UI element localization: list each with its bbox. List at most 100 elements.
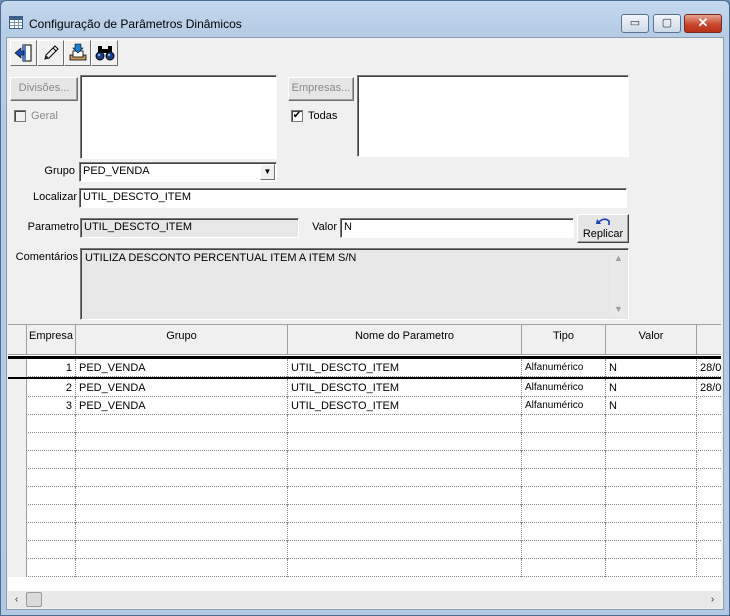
row-indicator bbox=[8, 415, 27, 433]
empty-cell bbox=[76, 541, 288, 559]
cell-nome[interactable]: UTIL_DESCTO_ITEM bbox=[288, 397, 522, 415]
save-button[interactable] bbox=[64, 40, 91, 66]
empty-row bbox=[8, 433, 721, 451]
todas-checkbox-box[interactable]: ✔ bbox=[291, 110, 303, 122]
valor-input[interactable]: N bbox=[340, 218, 574, 238]
empty-cell bbox=[606, 523, 697, 541]
column-header-extra[interactable] bbox=[697, 325, 721, 355]
empty-cell bbox=[697, 541, 721, 559]
cell-nome[interactable]: UTIL_DESCTO_ITEM bbox=[288, 379, 522, 397]
find-button[interactable] bbox=[91, 40, 118, 66]
cell-valor[interactable]: N bbox=[606, 397, 697, 415]
scroll-left-icon[interactable]: ‹ bbox=[8, 591, 25, 608]
replicar-button[interactable]: Replicar bbox=[577, 214, 629, 243]
table-row[interactable]: 3 PED_VENDA UTIL_DESCTO_ITEM Alfanuméric… bbox=[8, 397, 721, 415]
empty-cell bbox=[27, 433, 76, 451]
empresas-button[interactable]: Empresas... bbox=[288, 77, 354, 101]
geral-checkbox[interactable]: Geral bbox=[14, 110, 58, 122]
column-header-valor[interactable]: Valor bbox=[606, 325, 697, 355]
empty-cell bbox=[288, 451, 522, 469]
toolbar bbox=[10, 40, 118, 66]
row-indicator[interactable] bbox=[8, 397, 27, 415]
empty-cell bbox=[606, 487, 697, 505]
localizar-input[interactable]: UTIL_DESCTO_ITEM bbox=[79, 188, 627, 208]
empty-cell bbox=[76, 451, 288, 469]
todas-checkbox[interactable]: ✔ Todas bbox=[291, 110, 337, 122]
title-bar: Configuração de Parâmetros Dinâmicos ▭ ▢… bbox=[1, 1, 729, 37]
cell-grupo[interactable]: PED_VENDA bbox=[76, 379, 288, 397]
cell-nome[interactable]: UTIL_DESCTO_ITEM bbox=[288, 359, 522, 377]
column-header-nome[interactable]: Nome do Parametro bbox=[288, 325, 522, 355]
empty-cell bbox=[288, 415, 522, 433]
cell-empresa[interactable]: 1 bbox=[27, 359, 76, 377]
empty-row bbox=[8, 451, 721, 469]
cell-valor[interactable]: N bbox=[606, 379, 697, 397]
empty-cell bbox=[606, 541, 697, 559]
cell-empresa[interactable]: 2 bbox=[27, 379, 76, 397]
empty-cell bbox=[27, 469, 76, 487]
cell-extra[interactable]: 28/0 bbox=[697, 379, 721, 397]
empty-cell bbox=[697, 505, 721, 523]
empty-cell bbox=[697, 451, 721, 469]
empty-cell bbox=[697, 415, 721, 433]
cell-extra[interactable] bbox=[697, 397, 721, 415]
window-title: Configuração de Parâmetros Dinâmicos bbox=[29, 17, 242, 31]
geral-checkbox-box[interactable] bbox=[14, 110, 26, 122]
empty-cell bbox=[522, 505, 606, 523]
scroll-thumb[interactable] bbox=[26, 592, 42, 607]
row-indicator bbox=[8, 523, 27, 541]
binoculars-icon bbox=[95, 46, 114, 61]
minimize-button[interactable]: ▭ bbox=[621, 14, 649, 33]
valor-label: Valor bbox=[312, 221, 337, 233]
column-header-empresa[interactable]: Empresa bbox=[27, 325, 76, 355]
grupo-label: Grupo bbox=[44, 165, 75, 177]
empty-cell bbox=[522, 487, 606, 505]
cell-empresa[interactable]: 3 bbox=[27, 397, 76, 415]
grupo-combobox[interactable]: PED_VENDA ▼ bbox=[79, 162, 277, 182]
cell-extra[interactable]: 28/0 bbox=[697, 359, 721, 377]
divisoes-button[interactable]: Divisões... bbox=[10, 77, 78, 101]
scroll-down-icon[interactable]: ▼ bbox=[610, 301, 627, 318]
empty-cell bbox=[697, 559, 721, 577]
empty-cell bbox=[606, 433, 697, 451]
empty-row bbox=[8, 469, 721, 487]
empty-cell bbox=[606, 559, 697, 577]
cell-grupo[interactable]: PED_VENDA bbox=[76, 359, 288, 377]
row-indicator bbox=[8, 505, 27, 523]
chevron-down-icon[interactable]: ▼ bbox=[260, 164, 275, 180]
edit-button[interactable] bbox=[37, 40, 64, 66]
cell-tipo[interactable]: Alfanumérico bbox=[522, 359, 606, 377]
empty-cell bbox=[697, 487, 721, 505]
empresas-listbox[interactable] bbox=[357, 75, 629, 157]
row-indicator[interactable] bbox=[8, 379, 27, 397]
cell-valor[interactable]: N bbox=[606, 359, 697, 377]
parametros-grid[interactable]: Empresa Grupo Nome do Parametro Tipo Val… bbox=[8, 324, 721, 591]
empty-cell bbox=[27, 559, 76, 577]
comentarios-scrollbar[interactable]: ▲ ▼ bbox=[610, 250, 627, 318]
table-row[interactable]: 1 PED_VENDA UTIL_DESCTO_ITEM Alfanuméric… bbox=[8, 359, 721, 377]
cell-tipo[interactable]: Alfanumérico bbox=[522, 379, 606, 397]
table-row[interactable]: 2 PED_VENDA UTIL_DESCTO_ITEM Alfanuméric… bbox=[8, 379, 721, 397]
row-indicator[interactable] bbox=[8, 359, 27, 377]
cell-grupo[interactable]: PED_VENDA bbox=[76, 397, 288, 415]
empty-cell bbox=[288, 523, 522, 541]
exit-button[interactable] bbox=[10, 40, 37, 66]
minimize-icon: ▭ bbox=[629, 17, 641, 29]
scroll-right-icon[interactable]: › bbox=[704, 591, 721, 608]
maximize-button[interactable]: ▢ bbox=[653, 14, 681, 33]
empty-cell bbox=[27, 415, 76, 433]
empty-cell bbox=[288, 541, 522, 559]
empty-row bbox=[8, 505, 721, 523]
empty-row bbox=[8, 559, 721, 577]
comentarios-memo[interactable]: UTILIZA DESCONTO PERCENTUAL ITEM A ITEM … bbox=[80, 248, 629, 320]
scroll-up-icon[interactable]: ▲ bbox=[610, 250, 627, 267]
close-button[interactable]: ✕ bbox=[684, 14, 722, 33]
horizontal-scrollbar[interactable]: ‹ › bbox=[8, 591, 721, 608]
column-header-grupo[interactable]: Grupo bbox=[76, 325, 288, 355]
empty-cell bbox=[76, 433, 288, 451]
todas-label: Todas bbox=[308, 110, 338, 122]
empty-cell bbox=[522, 415, 606, 433]
divisoes-listbox[interactable] bbox=[80, 75, 277, 159]
column-header-tipo[interactable]: Tipo bbox=[522, 325, 606, 355]
cell-tipo[interactable]: Alfanumérico bbox=[522, 397, 606, 415]
